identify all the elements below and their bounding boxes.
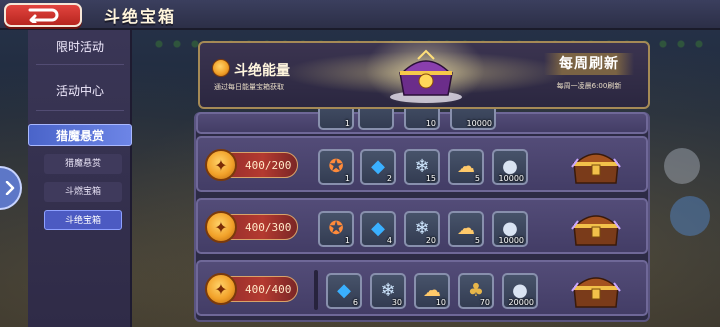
reward-row: ✦ 400/300 ✪ 1 ◆ 4 ❄ 20 ☁ 5 ● 10000 [196, 198, 648, 254]
reward-slot[interactable]: ◆ 6 [326, 273, 362, 309]
reward-slot[interactable]: ✪ 1 [318, 211, 354, 247]
page-title: 斗绝宝箱 [104, 7, 177, 26]
reward-list-panel: 1 10 10000 ✦ 400/200 ✪ 1 ◆ 2 ❄ 15 ☁ 5 ● … [194, 94, 650, 322]
energy-name: 斗绝能量 [234, 63, 290, 79]
energy-medal-icon: ✦ [205, 211, 237, 243]
sidebar-subitem-burning-chest[interactable]: 斗燃宝箱 [44, 182, 122, 202]
reward-slot[interactable]: ☁ 5 [448, 149, 484, 185]
sidebar-divider [36, 110, 124, 111]
badge-icon: ✪ [328, 156, 344, 177]
reward-slot[interactable]: ● 10000 [492, 211, 528, 247]
sidebar-divider [36, 64, 124, 65]
row-scroll-edge [314, 270, 318, 310]
energy-requirement-badge: ✦ 400/400 [205, 273, 298, 305]
energy-banner: 斗绝能量 通过每日能量宝箱获取 每周刷新 每周一凌晨6:00刷新 [198, 41, 650, 111]
back-button[interactable] [4, 3, 82, 27]
reward-slot[interactable]: ◆ 4 [360, 211, 396, 247]
weekly-refresh-time: 每周一凌晨6:00刷新 [556, 82, 622, 90]
sidebar-item-activity-center[interactable]: 活动中心 [28, 80, 132, 102]
background-spirit-decoration [670, 196, 710, 236]
background-spirit-decoration [664, 148, 700, 184]
weekly-refresh-title: 每周刷新 [544, 53, 634, 75]
reward-slot[interactable]: ◆ 2 [360, 149, 396, 185]
energy-medal-icon: ✦ [205, 273, 237, 305]
grand-chest-icon [390, 49, 462, 103]
reward-chest-button[interactable] [568, 208, 624, 248]
reward-slot[interactable]: ✪ 1 [318, 149, 354, 185]
badge-icon: ✪ [328, 218, 344, 239]
reward-slot[interactable]: ❄ 15 [404, 149, 440, 185]
reward-slot[interactable]: ❄ 30 [370, 273, 406, 309]
reward-slot[interactable]: ● 20000 [502, 273, 538, 309]
sidebar-subitem-demon-hunt-bounty[interactable]: 猎魔悬赏 [44, 154, 122, 174]
energy-requirement-badge: ✦ 400/200 [205, 149, 298, 181]
weekly-refresh-info: 每周刷新 每周一凌晨6:00刷新 [530, 49, 648, 105]
energy-icon [212, 59, 230, 77]
reward-chest-button[interactable] [568, 270, 624, 310]
energy-medal-icon: ✦ [205, 149, 237, 181]
reward-slot[interactable]: ♣ 70 [458, 273, 494, 309]
back-arrow-icon [28, 8, 59, 23]
gold-ore-icon: ☁ [457, 218, 475, 239]
top-bar: 斗绝宝箱 [0, 0, 720, 30]
energy-source-text: 通过每日能量宝箱获取 [214, 83, 284, 91]
reward-slot[interactable]: ❄ 20 [404, 211, 440, 247]
chevron-right-icon [5, 181, 15, 195]
reward-row: ✦ 400/400 ◆ 6 ❄ 30 ☁ 10 ♣ 70 ● 20000 [196, 260, 648, 316]
reward-slot[interactable]: ☁ 10 [414, 273, 450, 309]
sidebar: 限时活动 活动中心 猎魔悬赏 猎魔悬赏 斗燃宝箱 斗绝宝箱 [28, 30, 132, 327]
gem-icon: ◆ [371, 218, 385, 239]
sidebar-item-demon-hunt[interactable]: 猎魔悬赏 [28, 124, 132, 146]
sidebar-item-limited-events[interactable]: 限时活动 [28, 36, 132, 58]
treasure-chest-icon [571, 215, 621, 246]
reward-row-partial: 1 10 10000 [196, 94, 648, 134]
gem-icon: ◆ [337, 280, 351, 301]
energy-requirement-badge: ✦ 400/300 [205, 211, 298, 243]
reward-slot[interactable]: ● 10000 [492, 149, 528, 185]
sidebar-subitem-ultimate-chest[interactable]: 斗绝宝箱 [44, 210, 122, 230]
treasure-chest-icon [571, 277, 621, 308]
treasure-chest-icon [571, 153, 621, 184]
reward-slot[interactable]: ☁ 5 [448, 211, 484, 247]
gem-icon: ◆ [371, 156, 385, 177]
reward-row: ✦ 400/200 ✪ 1 ◆ 2 ❄ 15 ☁ 5 ● 10000 [196, 136, 648, 192]
reward-chest-button[interactable] [568, 146, 624, 186]
gold-ore-icon: ☁ [457, 156, 475, 177]
